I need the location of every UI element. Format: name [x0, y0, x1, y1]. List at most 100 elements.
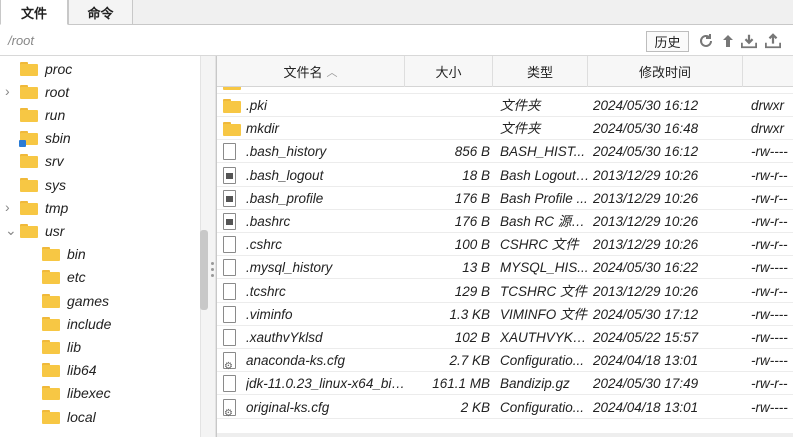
file-size: 1.3 KB — [449, 306, 490, 322]
folder-icon — [20, 223, 38, 238]
refresh-icon[interactable] — [698, 33, 714, 49]
tree-item-root[interactable]: root — [20, 80, 69, 103]
upload-icon[interactable] — [765, 33, 781, 49]
table-row[interactable]: .cshrc 100 B CSHRC 文件 2013/12/29 10:26 -rw-r… — [217, 233, 793, 257]
column-header-type[interactable]: 类型 — [493, 56, 588, 87]
file-icon — [223, 143, 236, 161]
table-row[interactable]: .xauthvYklsd 102 B XAUTHVYKLS...2024/05/22… — [217, 326, 793, 349]
file-icon-cell — [223, 187, 243, 210]
table-row[interactable]: .bash_logout 18 B Bash Logout ... 2013/12/2… — [217, 164, 793, 187]
file-name: .tcshrc — [246, 283, 286, 299]
table-row[interactable]: jdk-11.0.23_linux-x64_bin.... 161.1 MB Ban… — [217, 372, 793, 396]
table-row-partial[interactable] — [217, 87, 793, 94]
column-header-name[interactable]: 文件名 ︿ — [217, 56, 405, 87]
file-icon-cell — [223, 372, 243, 395]
tree-item-sbin[interactable]: sbin — [19, 127, 71, 150]
file-name: .bash_logout — [246, 167, 324, 183]
tree-item-sys[interactable]: sys — [20, 173, 66, 196]
table-row[interactable]: .viminfo 1.3 KB VIMINFO 文件 2024/05/30 17:12… — [217, 303, 793, 326]
file-size: 176 B — [454, 190, 490, 206]
tree-scrollbar[interactable] — [200, 230, 208, 310]
file-icon — [223, 375, 236, 393]
file-icon — [223, 305, 236, 323]
chevron-down-icon[interactable]: ⌄ — [5, 223, 17, 237]
file-type: CSHRC 文件 — [500, 237, 579, 253]
config-file-icon — [223, 352, 236, 372]
tree-item-local[interactable]: local — [42, 405, 96, 428]
file-permissions: -rw---- — [751, 260, 788, 276]
file-icon-cell — [223, 117, 243, 140]
chevron-right-icon[interactable]: › — [5, 84, 15, 98]
tree-item-usr[interactable]: usr — [20, 219, 64, 242]
column-name-label: 文件名 — [283, 65, 323, 80]
table-row[interactable]: .bash_history 856 B BASH_HIST... 2024/05/30… — [217, 140, 793, 164]
folder-icon — [42, 270, 60, 285]
tree-item-lib64[interactable]: lib64 — [42, 359, 97, 382]
file-modified-time: 2024/05/30 16:48 — [593, 121, 699, 137]
column-header-time[interactable]: 修改时间 — [588, 56, 743, 87]
splitter-grip[interactable] — [211, 262, 214, 280]
file-icon-cell — [223, 303, 243, 326]
file-modified-time: 2024/05/30 17:12 — [593, 306, 699, 322]
file-permissions: -rw-r-- — [751, 167, 788, 183]
file-type: Bash RC 源文件 — [500, 214, 590, 229]
file-name: .bashrc — [246, 214, 291, 229]
tree-item-srv[interactable]: srv — [20, 150, 64, 173]
table-row[interactable]: .bashrc 176 B Bash RC 源文件 2013/12/29 10:26 -… — [217, 210, 793, 233]
table-row[interactable]: mkdir 文件夹 2024/05/30 16:48 drwxr — [217, 117, 793, 141]
column-header-size[interactable]: 大小 — [405, 56, 493, 87]
table-row[interactable]: anaconda-ks.cfg 2.7 KB Configuratio... 2024… — [217, 349, 793, 373]
file-icon-cell — [223, 349, 243, 372]
folder-icon — [42, 316, 60, 331]
download-icon[interactable] — [741, 33, 757, 49]
file-icon-cell — [223, 280, 243, 303]
table-row[interactable]: original-ks.cfg 2 KB Configuratio... 2024/0… — [217, 396, 793, 419]
tree-item-tmp[interactable]: tmp — [20, 196, 68, 219]
chevron-right-icon[interactable]: › — [5, 200, 15, 214]
script-file-icon — [223, 166, 236, 184]
folder-icon — [42, 409, 60, 424]
config-file-icon — [223, 398, 236, 419]
tree-item-games[interactable]: games — [42, 289, 109, 312]
file-icon-cell — [223, 94, 243, 117]
file-name: .mysql_history — [246, 260, 333, 276]
file-icon — [223, 236, 236, 254]
file-type: Configuratio... — [500, 353, 585, 369]
file-permissions: -rw---- — [751, 353, 788, 369]
tab-files[interactable]: 文件 — [0, 0, 68, 25]
tree-item-bin[interactable]: bin — [42, 243, 86, 266]
tree-item-libexec[interactable]: libexec — [42, 382, 111, 405]
tree-item-proc[interactable]: proc — [20, 57, 72, 80]
table-row[interactable]: .pki 文件夹 2024/05/30 16:12 drwxr — [217, 94, 793, 117]
folder-icon — [223, 87, 241, 90]
tree-item-run[interactable]: run — [20, 103, 65, 126]
file-modified-time: 2024/05/30 16:22 — [593, 260, 699, 276]
tree-item-lib[interactable]: lib — [42, 335, 81, 358]
folder-icon — [223, 121, 241, 136]
file-permissions: -rw---- — [751, 399, 788, 415]
tree-item-label: sys — [45, 176, 66, 193]
link-badge-icon — [19, 140, 26, 148]
column-header-perm[interactable] — [743, 56, 793, 87]
folder-icon — [20, 154, 38, 169]
file-type: Bash Profile ... — [500, 190, 588, 206]
file-size — [407, 94, 490, 117]
path-input[interactable]: /root — [8, 33, 34, 48]
table-row[interactable]: .mysql_history 13 B MYSQL_HIS... 2024/05/30… — [217, 256, 793, 280]
up-arrow-icon[interactable] — [720, 33, 736, 49]
tab-commands[interactable]: 命令 — [68, 0, 133, 25]
file-type: 文件夹 — [500, 98, 541, 113]
folder-icon — [20, 61, 38, 76]
horizontal-scrollbar[interactable] — [217, 433, 793, 437]
tree-item-etc[interactable]: etc — [42, 266, 86, 289]
file-icon-cell — [223, 210, 243, 233]
file-icon-cell — [223, 326, 243, 349]
table-row[interactable]: .tcshrc 129 B TCSHRC 文件 2013/12/29 10:26 -rw… — [217, 280, 793, 303]
tree-item-include[interactable]: include — [42, 312, 111, 335]
file-icon — [223, 282, 236, 300]
folder-icon — [20, 177, 38, 192]
table-row[interactable]: .bash_profile 176 B Bash Profile ... 2013/1… — [217, 187, 793, 210]
file-size: 176 B — [454, 214, 490, 229]
file-modified-time: 2013/12/29 10:26 — [593, 167, 699, 183]
history-button[interactable]: 历史 — [646, 31, 689, 52]
